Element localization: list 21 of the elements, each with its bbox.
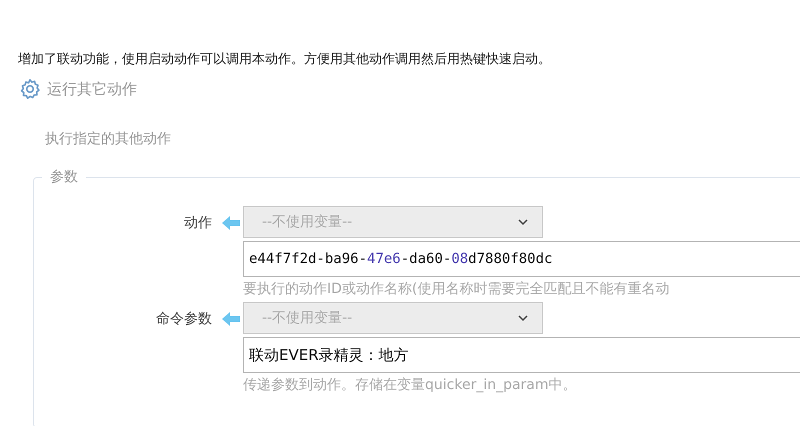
value-field[interactable]: 联动EVER录精灵：地方 (243, 337, 800, 373)
value-text: -da60- (400, 251, 452, 267)
description-text: 增加了联动功能，使用启动动作可以调用本动作。方便用其他动作调用然后用热键快速启动。 (18, 51, 552, 68)
chevron-down-icon (518, 314, 528, 322)
step-subtitle: 执行指定的其他动作 (45, 130, 172, 148)
value-text: 47e6 (367, 251, 401, 267)
help-text: 要执行的动作ID或动作名称(使用名称时需要完全匹配且不能有重名动 (243, 280, 670, 298)
value-text: 08 (451, 251, 468, 267)
settings-icon (19, 78, 41, 100)
help-text: 传递参数到动作。存储在变量quicker_in_param中。 (243, 376, 578, 394)
group-legend: 参数 (42, 168, 86, 186)
chevron-down-icon (518, 218, 528, 226)
left-arrow-icon[interactable] (222, 312, 240, 326)
value-field[interactable]: e44f7f2d-ba96-47e6-da60-08d7880f80dc (243, 241, 800, 277)
left-arrow-icon[interactable] (222, 216, 240, 230)
value-text: 联动EVER录精灵：地方 (249, 346, 409, 364)
field-label: 动作 (183, 214, 212, 232)
value-text: d7880f80dc (468, 251, 552, 267)
value-text: e44f7f2d-ba96- (249, 251, 368, 267)
step-title: 运行其它动作 (47, 80, 137, 98)
field-label: 命令参数 (155, 310, 212, 328)
